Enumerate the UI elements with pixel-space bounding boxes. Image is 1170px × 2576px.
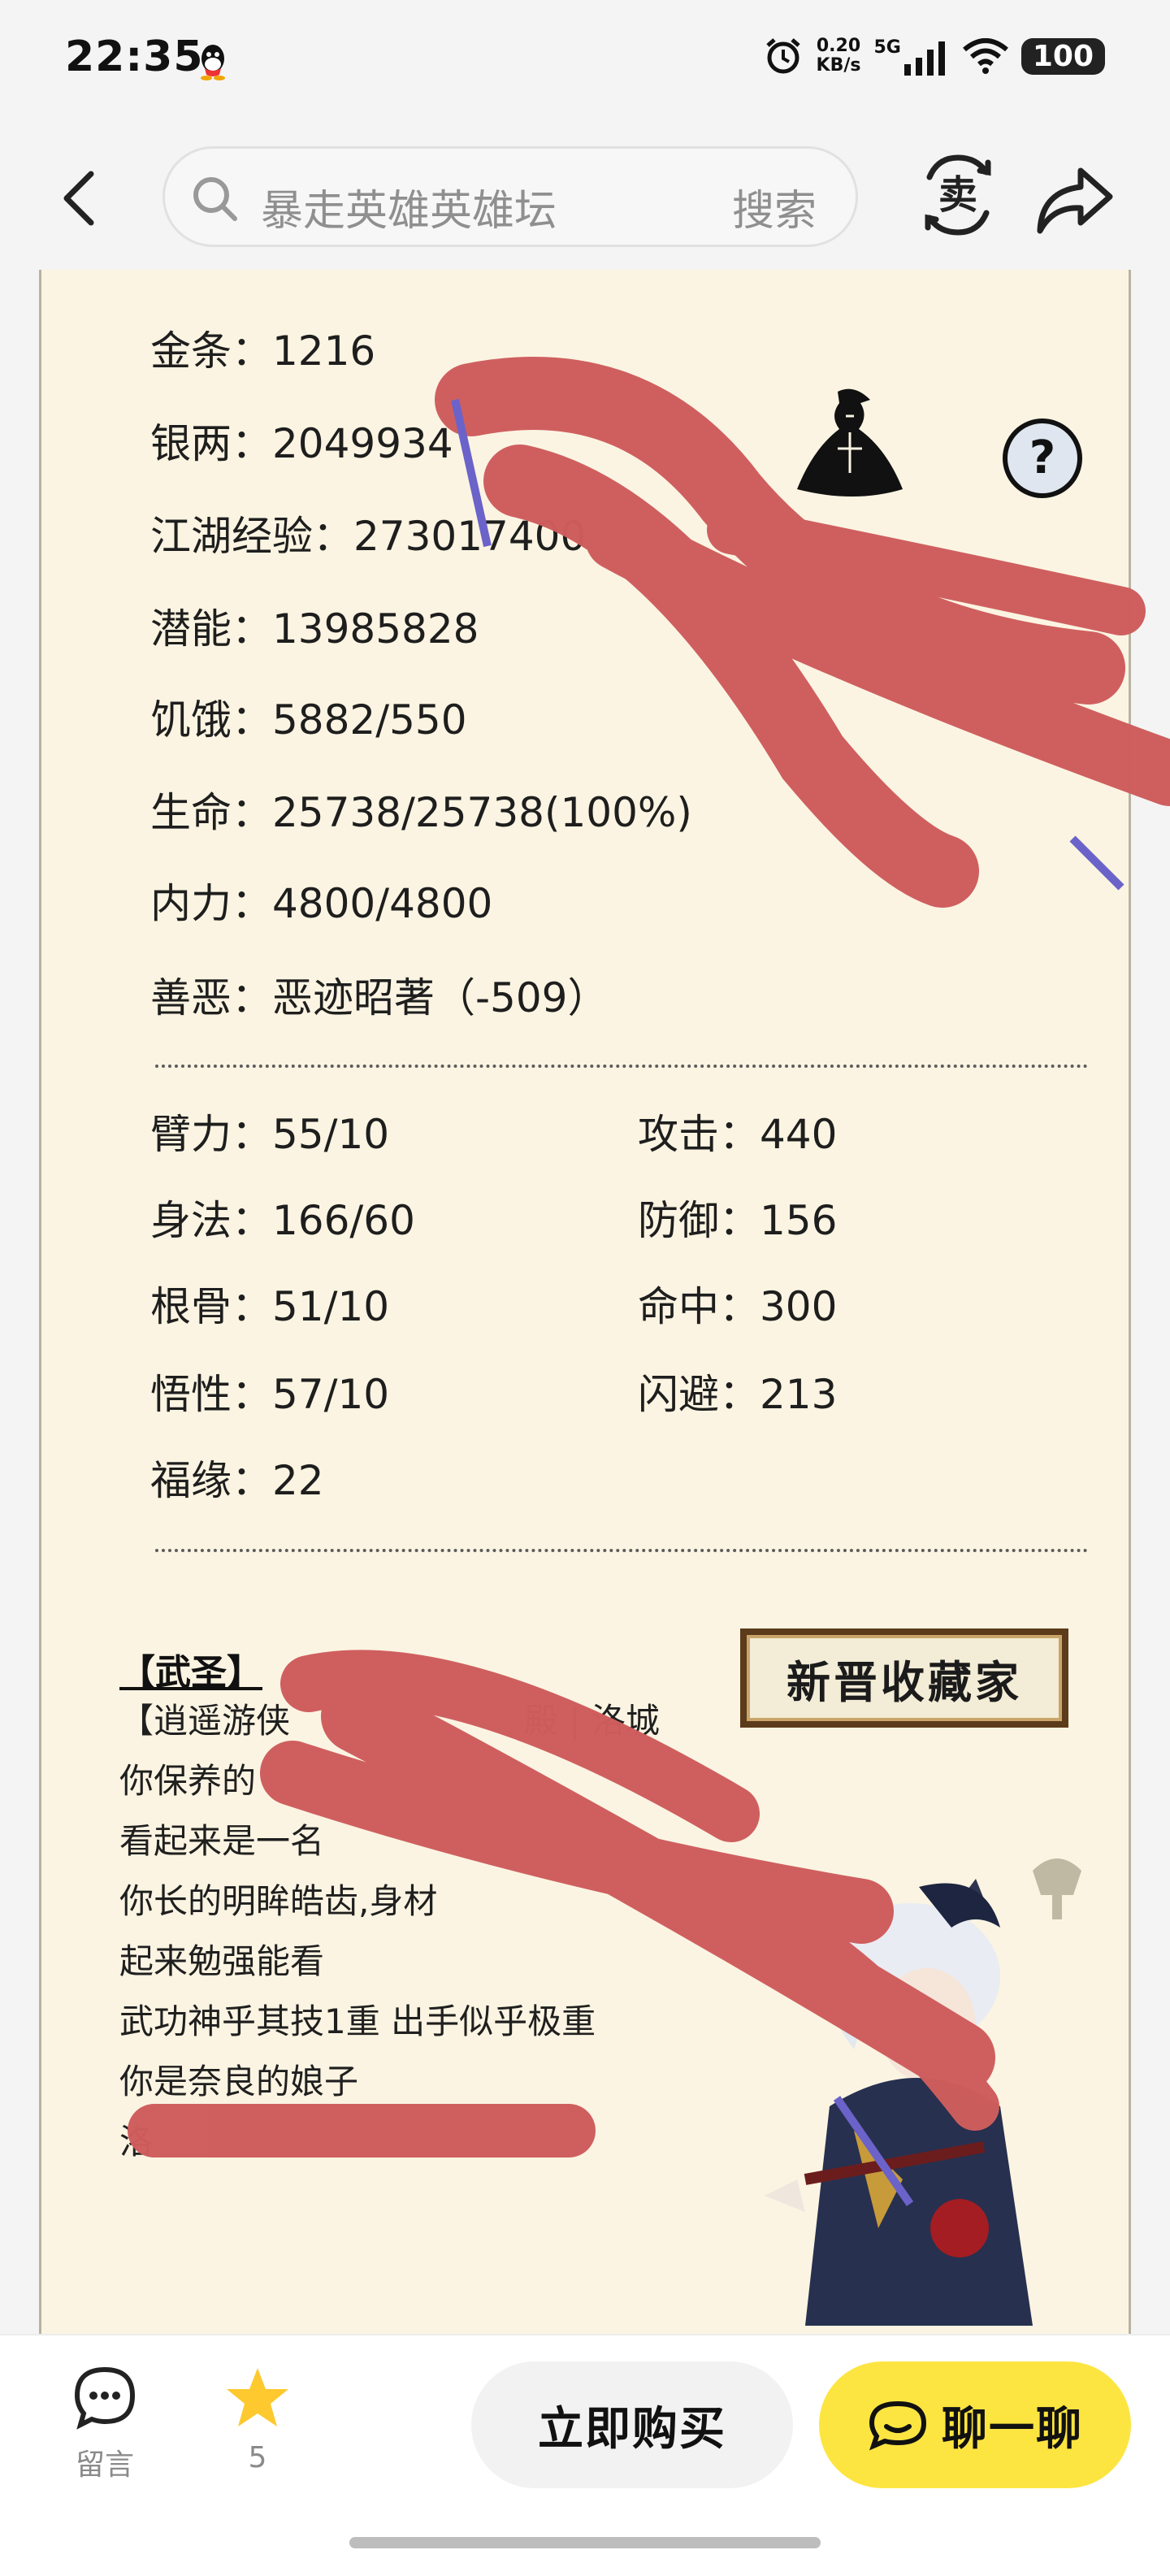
stat-experience: 江湖经验：273017400 bbox=[150, 513, 587, 560]
bio-line: 你长的明眸皓齿,身材 bbox=[119, 1881, 438, 1921]
attr-strength: 臂力：55/10 bbox=[150, 1111, 390, 1158]
sell-icon[interactable]: 卖 bbox=[913, 148, 1003, 242]
attr-evasion: 闪避：213 bbox=[638, 1371, 838, 1418]
attr-comprehension: 悟性：57/10 bbox=[150, 1371, 390, 1418]
attr-constitution: 根骨：51/10 bbox=[150, 1283, 390, 1330]
buy-now-button[interactable]: 立即购买 bbox=[471, 2361, 793, 2488]
network-speed: 0.20 KB/s bbox=[816, 36, 861, 76]
attr-defense: 防御：156 bbox=[638, 1197, 838, 1244]
stat-inner-power: 内力：4800/4800 bbox=[150, 880, 493, 927]
svg-text:卖: 卖 bbox=[938, 172, 977, 218]
attr-agility: 身法：166/60 bbox=[150, 1197, 415, 1244]
help-icon[interactable]: ? bbox=[1000, 416, 1085, 501]
attr-fortune: 福缘：22 bbox=[150, 1457, 324, 1504]
comment-label: 留言 bbox=[75, 2448, 134, 2482]
status-time: 22:35 bbox=[65, 33, 204, 81]
back-arrow-icon[interactable] bbox=[49, 166, 114, 231]
collector-badge: 新晋收藏家 bbox=[740, 1628, 1068, 1728]
bio-line: 武功神乎其技1重 出手似乎极重 bbox=[119, 2001, 596, 2041]
attr-attack: 攻击：440 bbox=[638, 1111, 838, 1158]
stat-gold-bars: 金条：1216 bbox=[150, 327, 376, 375]
bio-line: 你保养的 bbox=[119, 1761, 257, 1801]
signal-bars-icon bbox=[904, 41, 945, 76]
star-icon bbox=[227, 2368, 288, 2426]
search-placeholder: 暴走英雄英雄坛 bbox=[261, 187, 557, 236]
cell-signal-icon: 5G bbox=[873, 37, 949, 76]
comment-bubble-icon bbox=[74, 2366, 136, 2430]
top-navigation: 暴走英雄英雄坛 搜索 卖 bbox=[0, 130, 1170, 270]
share-icon[interactable] bbox=[1034, 163, 1115, 236]
bio-line: 洛 bbox=[119, 2122, 154, 2162]
stat-silver: 银两：2049934 bbox=[150, 420, 453, 467]
bio-line: 看起来是一名 bbox=[119, 1821, 325, 1861]
status-bar: 22:35 0.20 KB/s 5G 100 bbox=[0, 0, 1170, 130]
chat-label: 聊一聊 bbox=[942, 2402, 1083, 2456]
stat-potential: 潜能：13985828 bbox=[150, 605, 479, 653]
battery-level: 100 bbox=[1020, 37, 1105, 75]
attr-accuracy: 命中：300 bbox=[638, 1283, 838, 1330]
home-indicator[interactable] bbox=[349, 2537, 821, 2548]
chat-button[interactable]: 聊一聊 bbox=[819, 2361, 1131, 2488]
stat-morality: 善恶：恶迹昭著（-509） bbox=[150, 974, 609, 1021]
bio-line: 你是奈良的娘子 bbox=[119, 2062, 359, 2101]
favorite-button[interactable]: 5 bbox=[221, 2365, 294, 2474]
stat-hunger: 饥饿：5882/550 bbox=[150, 696, 467, 744]
profile-title: 【武圣】 bbox=[119, 1652, 262, 1693]
chat-icon bbox=[869, 2400, 927, 2451]
character-stat-sheet: 金条：1216 银两：2049934 江湖经验：273017400 潜能：139… bbox=[39, 270, 1131, 2334]
svg-text:?: ? bbox=[1029, 432, 1055, 484]
comment-button[interactable]: 留言 bbox=[68, 2365, 141, 2483]
status-icons: 0.20 KB/s 5G 100 bbox=[763, 36, 1105, 76]
meditating-figure-icon bbox=[797, 388, 903, 497]
bio-line: 起来勉强能看 bbox=[119, 1941, 325, 1981]
stat-life: 生命：25738/25738(100%) bbox=[150, 789, 692, 836]
search-icon bbox=[193, 177, 237, 221]
search-button[interactable]: 搜索 bbox=[732, 176, 817, 237]
divider bbox=[155, 1065, 1088, 1068]
wifi-icon bbox=[962, 38, 1008, 74]
qq-icon bbox=[201, 45, 225, 80]
character-illustration bbox=[765, 1858, 1081, 2326]
floating-assistant-icon[interactable] bbox=[74, 1164, 147, 1277]
search-input[interactable]: 暴走英雄英雄坛 搜索 bbox=[162, 146, 858, 247]
alarm-icon bbox=[765, 38, 800, 74]
post-image[interactable]: 金条：1216 银两：2049934 江湖经验：273017400 潜能：139… bbox=[0, 270, 1170, 2334]
bio-line: 殿 | 洛城 bbox=[524, 1701, 660, 1741]
star-count: 5 bbox=[248, 2441, 267, 2474]
network-type: 5G bbox=[873, 37, 901, 58]
divider bbox=[155, 1549, 1088, 1552]
bio-line: 【逍遥游侠 bbox=[119, 1701, 291, 1741]
